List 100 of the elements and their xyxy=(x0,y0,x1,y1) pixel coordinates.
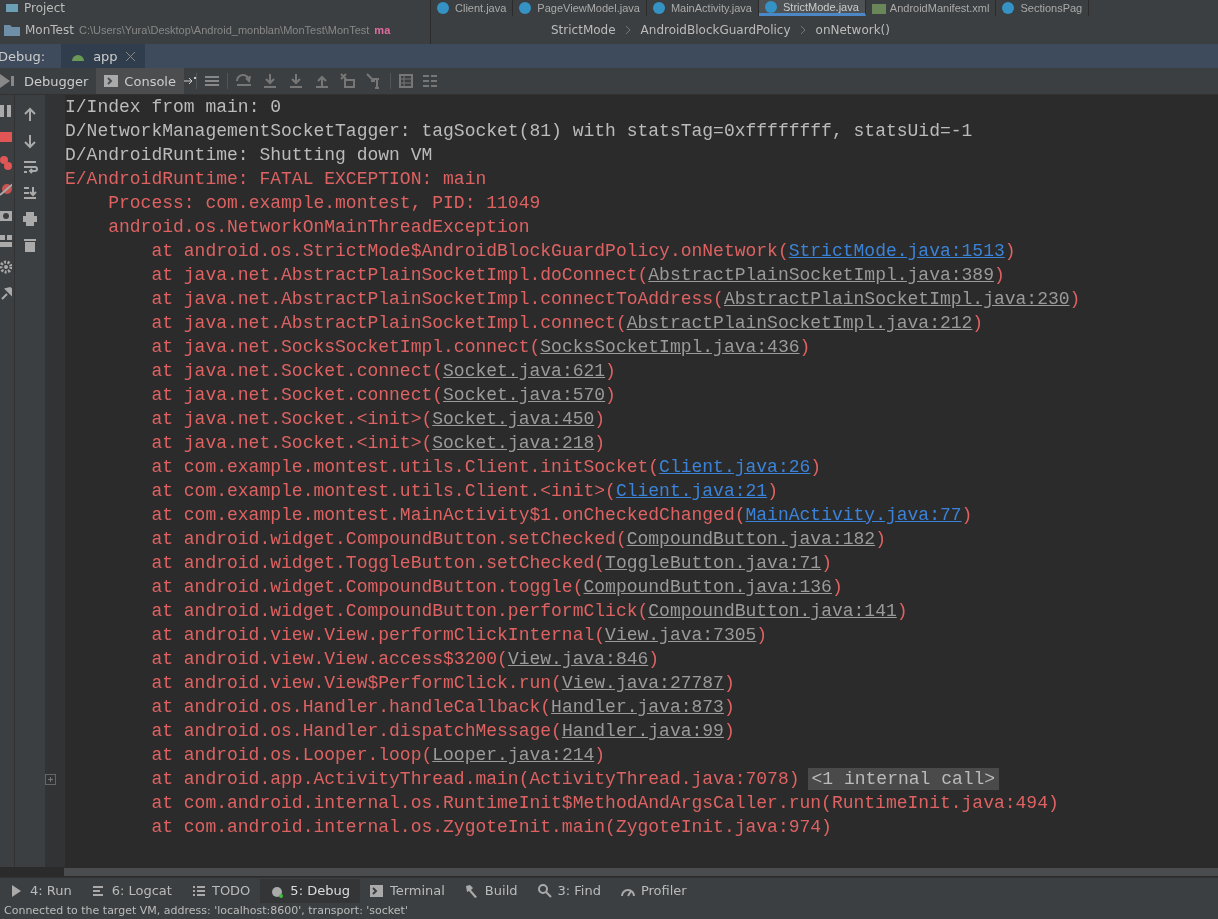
error-line: Process: com.example.montest, PID: 11049 xyxy=(108,192,541,215)
stack-frame: at com.example.montest.utils.Client.initSocket( xyxy=(151,455,660,479)
source-link[interactable]: AbstractPlainSocketImpl.java:212 xyxy=(626,311,973,335)
source-link[interactable]: View.java:27787 xyxy=(561,671,724,695)
breadcrumb[interactable]: AndroidBlockGuardPolicy xyxy=(640,23,791,37)
source-link[interactable]: Socket.java:570 xyxy=(443,383,606,407)
source-link[interactable]: StrictMode.java:1513 xyxy=(788,239,1005,263)
source-link[interactable]: SocksSocketImpl.java:436 xyxy=(540,335,800,359)
step-over-icon[interactable] xyxy=(235,73,252,89)
tool-window-tab[interactable]: 6: Logcat xyxy=(81,878,182,903)
scrollbar[interactable] xyxy=(64,867,1218,876)
step-out-icon[interactable] xyxy=(313,73,330,89)
debug-tab[interactable]: Debugger xyxy=(16,68,97,94)
log-line: D/AndroidRuntime: Shutting down VM xyxy=(65,144,433,167)
stack-frame: at android.widget.CompoundButton.performClick( xyxy=(151,599,649,623)
pause-icon[interactable] xyxy=(0,103,12,119)
drop-frame-icon[interactable] xyxy=(339,73,356,89)
soft-wrap-icon[interactable] xyxy=(22,159,38,175)
stop-icon[interactable] xyxy=(0,129,12,145)
editor-tab[interactable]: StrictMode.java xyxy=(759,0,866,16)
source-link[interactable]: Looper.java:214 xyxy=(432,743,595,767)
source-link[interactable]: Handler.java:873 xyxy=(551,695,724,719)
source-link[interactable]: MainActivity.java:77 xyxy=(745,503,962,527)
tool-window-tab[interactable]: 3: Find xyxy=(527,878,611,903)
closing-paren: ) xyxy=(594,744,606,767)
stack-frame: at android.os.Handler.handleCallback( xyxy=(151,695,552,719)
tool-window-tab[interactable]: TODO xyxy=(181,878,261,903)
closing-paren: ) xyxy=(1069,288,1081,311)
scroll-to-end-icon[interactable] xyxy=(22,185,38,201)
class-icon xyxy=(765,0,779,13)
stack-frame: at android.widget.ToggleButton.setChecked( xyxy=(151,551,606,575)
pin-tab-icon[interactable] xyxy=(183,76,196,86)
closing-paren: ) xyxy=(875,528,886,551)
trash-icon[interactable] xyxy=(22,237,38,253)
error-line: at com.android.internal.os.ZygoteInit.main(ZygoteInit.java:974) xyxy=(151,816,832,839)
source-link[interactable]: ToggleButton.java:71 xyxy=(605,551,822,575)
tool-window-tab[interactable]: Profiler xyxy=(610,878,697,903)
logcat-icon xyxy=(91,883,106,898)
force-step-into-icon[interactable] xyxy=(287,73,304,89)
settings-icon[interactable] xyxy=(0,259,12,275)
stack-frame: at java.net.Socket.connect( xyxy=(151,359,444,383)
menu-icon[interactable] xyxy=(204,75,219,87)
run-to-cursor-icon[interactable] xyxy=(365,73,382,89)
source-link[interactable]: Socket.java:621 xyxy=(443,359,606,383)
status-message: Connected to the target VM, address: 'localhost:8600', transport: 'socket' xyxy=(3,903,409,919)
stack-frame: at android.view.View.access$3200( xyxy=(151,647,508,671)
closing-paren: ) xyxy=(594,432,606,455)
stack-frame: at java.net.Socket.<init>( xyxy=(151,407,433,431)
stack-frame: at java.net.AbstractPlainSocketImpl.connect( xyxy=(151,311,627,335)
project-path: C:\Users\Yura\Desktop\Android_monblan\MonTest\MonTest xyxy=(78,24,370,36)
pin-icon[interactable] xyxy=(0,285,12,301)
resume-icon[interactable] xyxy=(0,74,16,88)
source-link[interactable]: AbstractPlainSocketImpl.java:389 xyxy=(648,263,994,287)
tool-window-tab[interactable]: Build xyxy=(454,878,528,903)
project-dropdown[interactable]: Project xyxy=(24,0,66,16)
class-icon xyxy=(652,2,667,14)
source-link[interactable]: Client.java:21 xyxy=(615,479,768,503)
source-link[interactable]: Handler.java:99 xyxy=(561,719,724,743)
breakpoints-icon[interactable] xyxy=(0,155,12,171)
session-tab[interactable]: app xyxy=(61,44,145,68)
closing-paren: ) xyxy=(972,312,984,335)
closing-paren: ) xyxy=(723,720,735,743)
tool-window-tab[interactable]: Terminal xyxy=(359,878,455,903)
layout-icon[interactable] xyxy=(0,233,12,249)
breadcrumb[interactable]: StrictMode xyxy=(551,23,616,37)
closing-paren: ) xyxy=(961,504,973,527)
module-name[interactable]: MonTest xyxy=(25,23,74,37)
source-link[interactable]: Socket.java:218 xyxy=(432,431,595,455)
error-line: android.os.NetworkOnMainThreadException xyxy=(108,216,530,239)
source-link[interactable]: Socket.java:450 xyxy=(432,407,595,431)
folded-calls[interactable]: <1 internal call> xyxy=(807,768,1000,790)
error-line: at com.android.internal.os.RuntimeInit$MethodAndArgsCaller.run(RuntimeInit.java:494) xyxy=(151,792,1059,815)
closing-paren: ) xyxy=(1004,240,1016,263)
tool-window-tab[interactable]: 5: Debug xyxy=(260,878,360,903)
up-arrow-icon[interactable] xyxy=(22,107,38,123)
stack-frame: at java.net.AbstractPlainSocketImpl.doConnect( xyxy=(151,263,649,287)
closing-paren: ) xyxy=(756,624,768,647)
table-icon[interactable] xyxy=(398,74,413,88)
step-into-icon[interactable] xyxy=(261,73,278,89)
expand-icon[interactable] xyxy=(45,773,56,785)
closing-paren: ) xyxy=(831,576,843,599)
source-link[interactable]: CompoundButton.java:136 xyxy=(583,575,832,599)
source-link[interactable]: View.java:7305 xyxy=(605,623,757,647)
threads-icon[interactable] xyxy=(422,74,437,88)
stack-frame: at android.view.View$PerformClick.run( xyxy=(151,671,562,695)
source-link[interactable]: View.java:846 xyxy=(507,647,649,671)
source-link[interactable]: CompoundButton.java:182 xyxy=(626,527,876,551)
source-link[interactable]: Client.java:26 xyxy=(659,455,811,479)
stack-frame: at android.widget.CompoundButton.toggle( xyxy=(151,575,584,599)
stack-frame: at java.net.Socket.<init>( xyxy=(151,431,433,455)
debug-tab[interactable]: Console xyxy=(96,68,184,94)
close-icon[interactable] xyxy=(125,51,135,61)
down-arrow-icon[interactable] xyxy=(22,133,38,149)
source-link[interactable]: CompoundButton.java:141 xyxy=(648,599,897,623)
list-icon xyxy=(191,883,206,898)
tool-window-tab[interactable]: 4: Run xyxy=(0,878,82,903)
stack-frame: at java.net.AbstractPlainSocketImpl.connectToAddress( xyxy=(151,287,724,311)
source-link[interactable]: AbstractPlainSocketImpl.java:230 xyxy=(723,287,1070,311)
stack-frame: at android.os.Handler.dispatchMessage( xyxy=(151,719,562,743)
breadcrumb[interactable]: onNetwork() xyxy=(815,23,890,37)
